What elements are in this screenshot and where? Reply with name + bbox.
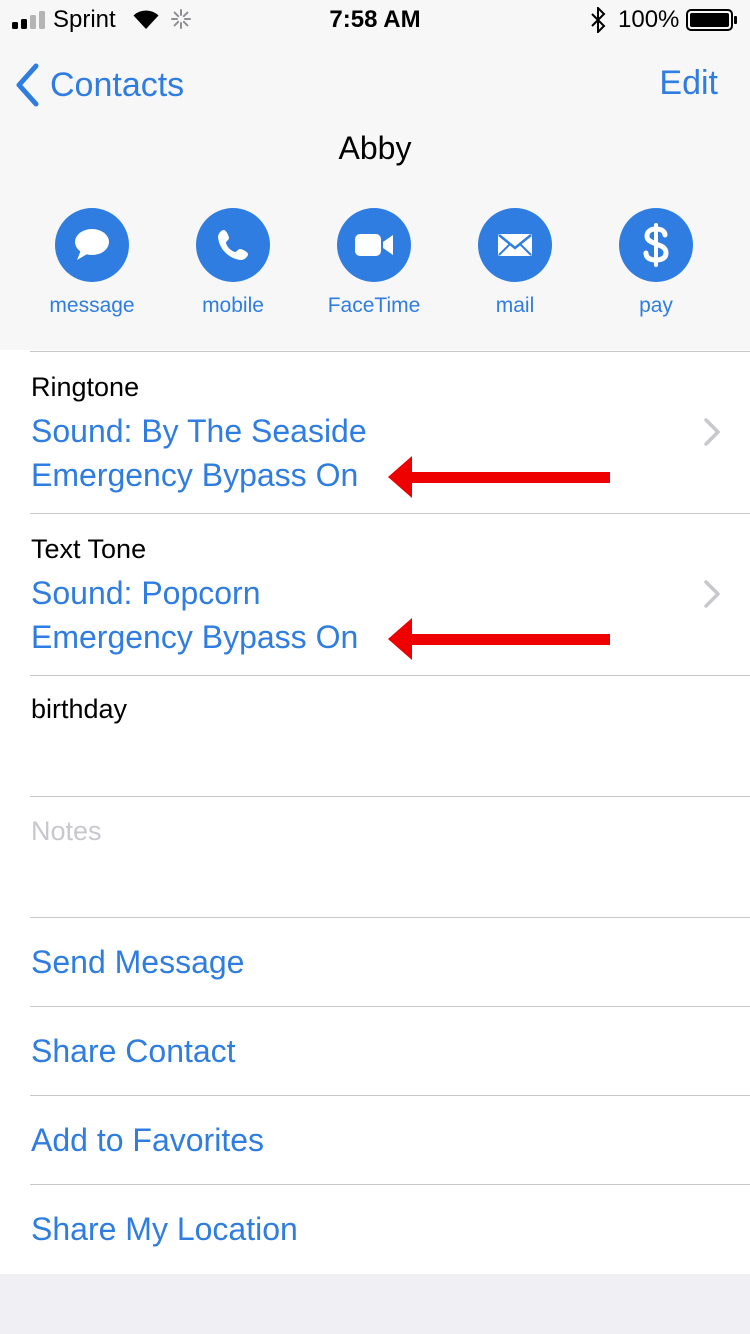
- divider: [30, 1184, 750, 1185]
- chevron-right-icon: [704, 580, 720, 608]
- bluetooth-icon: [591, 7, 606, 33]
- pay-action-button[interactable]: pay: [586, 208, 726, 318]
- add-to-favorites-button[interactable]: Add to Favorites: [31, 1122, 264, 1159]
- back-chevron-icon: [16, 63, 39, 107]
- contact-header: Sprint 7:58 AM 100% Contacts Edit Abby m…: [0, 0, 750, 350]
- edit-button[interactable]: Edit: [659, 64, 718, 103]
- contact-name: Abby: [338, 130, 412, 166]
- mobile-action-button[interactable]: mobile: [163, 208, 303, 318]
- text-tone-title: Text Tone: [31, 534, 147, 564]
- pay-label: pay: [639, 294, 673, 317]
- divider: [30, 796, 750, 797]
- mail-icon: [498, 234, 532, 256]
- ringtone-row[interactable]: Ringtone Sound: By The Seaside Emergency…: [0, 352, 750, 514]
- red-arrow-annotation: [388, 618, 610, 660]
- birthday-row[interactable]: birthday: [0, 676, 750, 796]
- text-tone-emergency-bypass: Emergency Bypass On: [31, 619, 359, 655]
- text-tone-sound: Sound: Popcorn: [31, 575, 261, 611]
- text-tone-row[interactable]: Text Tone Sound: Popcorn Emergency Bypas…: [0, 514, 750, 675]
- contact-details-list: Ringtone Sound: By The Seaside Emergency…: [0, 350, 750, 1274]
- share-contact-button[interactable]: Share Contact: [31, 1033, 236, 1070]
- back-to-contacts-button[interactable]: Contacts: [14, 62, 184, 108]
- message-icon: [75, 229, 109, 260]
- battery-icon: [686, 9, 737, 31]
- mail-label: mail: [495, 294, 535, 317]
- share-my-location-button[interactable]: Share My Location: [31, 1211, 298, 1248]
- phone-icon: [218, 230, 248, 260]
- chevron-right-icon: [704, 418, 720, 446]
- divider: [30, 1006, 750, 1007]
- ringtone-emergency-bypass: Emergency Bypass On: [31, 457, 359, 493]
- ringtone-title: Ringtone: [31, 372, 140, 402]
- mail-action-button[interactable]: mail: [445, 208, 585, 318]
- battery-percentage: 100%: [618, 6, 680, 33]
- birthday-title: birthday: [31, 694, 128, 724]
- red-arrow-annotation: [388, 456, 610, 498]
- mobile-label: mobile: [202, 294, 264, 317]
- message-action-button[interactable]: message: [22, 208, 162, 318]
- facetime-action-button[interactable]: FaceTime: [304, 208, 444, 318]
- back-label: Contacts: [50, 65, 185, 104]
- message-label: message: [49, 294, 135, 317]
- send-message-button[interactable]: Send Message: [31, 944, 244, 981]
- dollar-icon: [643, 223, 669, 267]
- divider: [30, 1095, 750, 1096]
- video-icon: [355, 234, 393, 256]
- ringtone-sound: Sound: By The Seaside: [31, 413, 367, 449]
- facetime-label: FaceTime: [327, 294, 421, 317]
- status-bar: Sprint 7:58 AM 100%: [0, 0, 750, 40]
- divider: [30, 917, 750, 918]
- notes-field[interactable]: Notes: [31, 816, 102, 847]
